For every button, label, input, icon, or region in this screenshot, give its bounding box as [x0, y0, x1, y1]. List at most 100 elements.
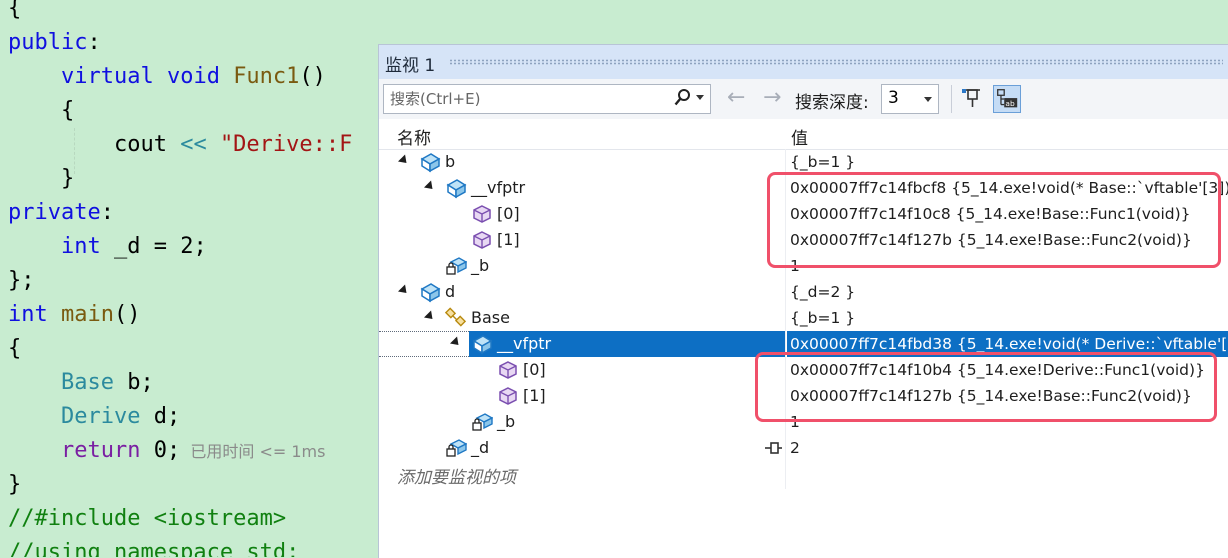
highlight-box-derive-vtable	[755, 352, 1217, 422]
code-token: }	[8, 472, 22, 497]
private-field-icon	[445, 437, 468, 459]
add-watch-item[interactable]: 添加要监视的项	[397, 463, 516, 488]
code-line: int main()	[8, 298, 140, 332]
pin-to-source-icon[interactable]	[959, 85, 987, 113]
code-token: "Derive::F	[219, 132, 353, 157]
object-icon	[419, 281, 441, 303]
titlebar-grip	[449, 59, 1223, 65]
view-hex-toggle-icon[interactable]: ab	[993, 85, 1021, 113]
code-line: {	[8, 332, 21, 366]
watch-row-name: __vfptr	[471, 178, 526, 197]
code-token: :	[87, 30, 101, 55]
watch-row-name: _d	[471, 438, 490, 457]
watch-toolbar: ← → 搜索深度: 3 ab	[379, 79, 1228, 120]
code-line: {	[8, 94, 74, 128]
highlight-box-base-vtable	[767, 172, 1221, 268]
code-token: void	[166, 64, 220, 89]
watch-row-value[interactable]: 2	[787, 435, 1228, 461]
code-editor[interactable]: {public: virtual void Func1() { cout << …	[0, 0, 400, 557]
watch-row-name-cell: _b	[443, 253, 493, 279]
search-icon[interactable]	[674, 89, 690, 107]
watch-row-name: _b	[471, 256, 490, 275]
watch-row[interactable]: d {_d=2 }	[379, 279, 1228, 305]
code-line: }	[8, 468, 21, 502]
pin-icon[interactable]	[763, 439, 783, 457]
expand-toggle-icon[interactable]	[423, 180, 437, 193]
watch-row-name: [1]	[523, 386, 546, 405]
search-box[interactable]	[383, 84, 711, 114]
code-line: //using namespace std;	[8, 536, 299, 557]
watch-row-name-cell: [1]	[495, 383, 550, 409]
watch-row-value[interactable]: {_d=2 }	[787, 279, 1228, 305]
code-token: ()	[299, 64, 326, 89]
column-header-value[interactable]: 值	[791, 124, 808, 149]
search-input[interactable]	[388, 87, 662, 111]
private-field-icon	[471, 411, 494, 433]
code-token: }	[60, 166, 75, 191]
code-line: Base b;	[8, 366, 154, 400]
expand-toggle-icon[interactable]	[397, 154, 411, 167]
expand-toggle-icon[interactable]	[397, 284, 411, 297]
code-line: cout << "Derive::F	[8, 128, 352, 162]
watch-row-value[interactable]: {_b=1 }	[787, 305, 1228, 331]
code-token: //#include <iostream>	[8, 506, 287, 531]
code-token: Derive	[60, 404, 141, 429]
code-token: d;	[140, 404, 181, 429]
search-depth-value: 3	[888, 88, 899, 108]
code-token: int	[60, 234, 101, 259]
watch-row-name-cell: [0]	[469, 201, 524, 227]
watch-row-name-cell: Base	[443, 305, 514, 331]
watch-row[interactable]: Base {_b=1 }	[379, 305, 1228, 331]
code-line: virtual void Func1()	[8, 60, 326, 94]
watch-row-name-cell: _b	[469, 409, 519, 435]
column-headers: 名称 值	[379, 119, 1228, 150]
code-token: Base	[60, 370, 114, 395]
code-token: };	[8, 268, 35, 293]
expand-toggle-icon[interactable]	[423, 310, 437, 323]
watch-row-name: [1]	[497, 230, 520, 249]
watch-row-name: b	[445, 152, 456, 171]
chevron-down-icon	[924, 97, 932, 102]
code-token: _d = 2;	[100, 234, 207, 259]
method-icon	[497, 385, 519, 407]
column-header-name[interactable]: 名称	[397, 124, 431, 149]
code-line: return 0; 已用时间 <= 1ms	[8, 434, 326, 468]
elapsed-time-hint: 已用时间 <= 1ms	[180, 442, 326, 461]
code-line: {	[8, 0, 21, 26]
watch-row-name-cell: __vfptr	[469, 331, 785, 357]
search-depth-select[interactable]: 3	[881, 84, 939, 114]
code-token: :	[100, 200, 114, 225]
code-token: {	[8, 0, 22, 21]
code-line: private:	[8, 196, 114, 230]
watch-titlebar[interactable]: 监视 1	[379, 45, 1228, 79]
search-forward-arrow-icon[interactable]: →	[763, 87, 781, 109]
code-token: private	[8, 200, 101, 225]
watch-row-name: [0]	[523, 360, 546, 379]
method-icon	[497, 359, 519, 381]
method-icon	[471, 229, 493, 251]
code-token: <<	[166, 132, 220, 157]
svg-text:ab: ab	[1005, 99, 1015, 108]
search-back-arrow-icon[interactable]: ←	[727, 87, 745, 109]
private-field-icon	[445, 255, 468, 277]
object-icon	[471, 333, 493, 355]
watch-row-name: [0]	[497, 204, 520, 223]
code-token: {	[60, 98, 75, 123]
watch-row-name-cell: __vfptr	[443, 175, 529, 201]
watch-row-name-cell: [1]	[469, 227, 524, 253]
watch-row[interactable]: _d 2	[379, 435, 1228, 461]
watch-row-name: _b	[497, 412, 516, 431]
toolbar-separator	[951, 85, 952, 113]
watch-row-name: __vfptr	[497, 334, 552, 353]
object-icon	[419, 151, 441, 173]
search-options-dropdown-icon[interactable]	[696, 95, 704, 100]
object-icon	[445, 177, 467, 199]
code-line: int _d = 2;	[8, 230, 207, 264]
watch-row-name-cell: _d	[443, 435, 493, 461]
search-depth-label: 搜索深度:	[795, 93, 869, 113]
watch-row-name-cell: [0]	[495, 357, 550, 383]
code-token: cout	[113, 132, 167, 157]
code-token: 0;	[140, 438, 181, 463]
